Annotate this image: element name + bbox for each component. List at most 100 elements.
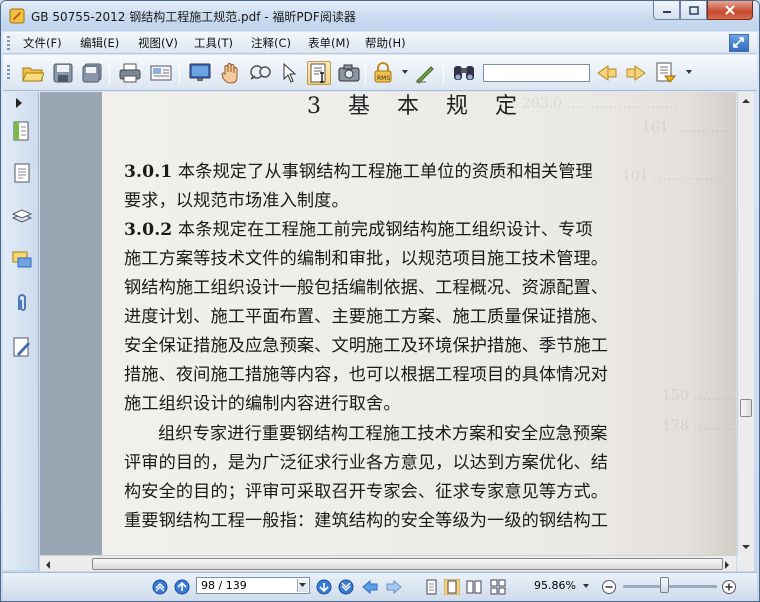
menu-comment[interactable]: 注释(C) [251, 35, 291, 51]
page-number-input[interactable]: 98 / 139 [196, 577, 310, 594]
scroll-right-button[interactable] [719, 556, 735, 573]
hand-tool-icon [221, 63, 238, 84]
email-button[interactable] [149, 61, 173, 85]
status-bar: 98 / 139 95.86% [3, 572, 757, 601]
zoom-slider-track[interactable] [623, 585, 717, 588]
signatures-panel-icon[interactable] [11, 336, 33, 358]
highlight-button[interactable] [654, 61, 678, 85]
toolbar-separator [443, 61, 444, 85]
menu-view[interactable]: 视图(V) [138, 35, 178, 51]
clause-number: 3.0.2 [124, 220, 173, 240]
last-page-icon[interactable] [338, 579, 354, 595]
page-number-value: 98 / 139 [201, 579, 247, 592]
open-folder-icon [22, 67, 44, 82]
scroll-up-button[interactable] [738, 92, 754, 109]
print-button[interactable] [118, 61, 142, 85]
next-page-icon[interactable] [316, 579, 332, 595]
find-next-icon [626, 65, 646, 81]
rms-dropdown-arrow[interactable] [402, 70, 408, 74]
fullscreen-monitor-icon [189, 63, 211, 81]
main-toolbar: RMS [3, 55, 757, 91]
open-button[interactable] [21, 61, 45, 85]
zoom-slider-thumb[interactable] [660, 577, 669, 593]
highlight-dropdown-arrow[interactable] [686, 70, 692, 74]
zoom-level[interactable]: 95.86% [534, 579, 576, 592]
menubar-grip[interactable] [7, 36, 10, 50]
zoom-in-icon[interactable] [721, 579, 737, 595]
hand-tool-button[interactable] [218, 61, 242, 85]
facing-view-icon[interactable] [466, 579, 482, 595]
vertical-scroll-thumb[interactable] [740, 399, 752, 417]
go-forward-icon[interactable] [386, 579, 402, 595]
find-previous-button[interactable] [595, 61, 619, 85]
window-title: GB 50755-2012 钢结构工程施工规范.pdf - 福昕PDF阅读器 [31, 10, 356, 24]
pdf-page: 203.0 …………………… 161 ………… 101 …………… 150 ……… [102, 92, 736, 555]
single-page-view-icon[interactable] [423, 579, 439, 595]
text-line: 要求，以规范市场准入制度。 [124, 191, 349, 211]
menu-edit[interactable]: 编辑(E) [80, 35, 119, 51]
minimize-button[interactable] [653, 1, 680, 20]
show-through-text: 161 ………… [642, 120, 730, 136]
menu-file[interactable]: 文件(F) [23, 35, 62, 51]
fullscreen-button[interactable] [188, 61, 212, 85]
save-all-button[interactable] [80, 61, 104, 85]
select-arrow-icon [283, 63, 297, 83]
sign-button[interactable] [413, 61, 437, 85]
window-controls [653, 1, 753, 21]
toolbar-separator [109, 61, 110, 85]
text-line: 3.0.2 本条规定在工程施工前完成钢结构施工组织设计、专项 [124, 220, 593, 240]
find-binoculars-icon [454, 66, 474, 80]
close-icon [725, 5, 735, 15]
continuous-facing-view-icon[interactable] [490, 579, 506, 595]
zoom-tool-button[interactable] [248, 61, 272, 85]
continuous-view-icon[interactable] [444, 579, 460, 595]
pages-panel-icon[interactable] [11, 162, 33, 184]
toolbar-grip[interactable] [7, 65, 10, 79]
rms-button[interactable]: RMS [371, 61, 395, 85]
menu-tools[interactable]: 工具(T) [194, 35, 233, 51]
restore-view-button[interactable] [729, 34, 749, 52]
print-icon [119, 63, 141, 83]
go-back-icon[interactable] [362, 579, 378, 595]
comments-panel-icon[interactable] [11, 249, 33, 271]
first-page-icon[interactable] [152, 579, 168, 595]
menu-form[interactable]: 表单(M) [308, 35, 350, 51]
vertical-scrollbar[interactable] [737, 92, 754, 555]
snapshot-camera-icon [338, 64, 360, 82]
scroll-down-button[interactable] [738, 538, 754, 555]
sign-pen-icon [416, 66, 434, 84]
zoom-dropdown-arrow[interactable] [583, 584, 589, 588]
find-button[interactable] [452, 61, 476, 85]
horizontal-scrollbar[interactable] [40, 555, 736, 571]
bookmarks-panel-icon[interactable] [11, 120, 33, 142]
zoom-out-icon[interactable] [601, 579, 617, 595]
find-next-button[interactable] [624, 61, 648, 85]
horizontal-scroll-thumb[interactable] [92, 558, 723, 570]
search-input[interactable] [483, 64, 590, 82]
chevron-down-icon [299, 583, 306, 587]
page-dropdown-button[interactable] [297, 579, 308, 592]
scroll-left-button[interactable] [40, 556, 56, 573]
snapshot-button[interactable] [337, 61, 361, 85]
app-window: GB 50755-2012 钢结构工程施工规范.pdf - 福昕PDF阅读器 文… [0, 0, 760, 602]
close-button[interactable] [707, 1, 753, 20]
find-prev-icon [597, 65, 617, 81]
previous-page-icon[interactable] [174, 579, 190, 595]
text-line: 施工组织设计的编制内容进行取舍。 [124, 394, 401, 414]
minimize-icon [662, 11, 671, 13]
clause-number: 3.0.1 [124, 162, 173, 182]
layers-panel-icon[interactable] [11, 205, 33, 227]
maximize-button[interactable] [680, 1, 707, 20]
document-view[interactable]: 203.0 …………………… 161 ………… 101 …………… 150 ……… [40, 92, 736, 555]
title-bar: GB 50755-2012 钢结构工程施工规范.pdf - 福昕PDF阅读器 [1, 1, 759, 31]
svg-text:RMS: RMS [377, 75, 390, 82]
select-tool-button[interactable] [277, 61, 301, 85]
save-button[interactable] [51, 61, 75, 85]
expand-pane-arrow-icon[interactable] [16, 98, 22, 108]
show-through-text: 178 ……… [662, 418, 736, 434]
toolbar-separator [365, 61, 366, 85]
text-select-button[interactable] [307, 61, 331, 85]
attachments-panel-icon[interactable] [11, 292, 33, 314]
text-line: 构安全的目的；评审可采取召开专家会、征求专家意见等方式。 [124, 482, 609, 502]
menu-help[interactable]: 帮助(H) [365, 35, 406, 51]
